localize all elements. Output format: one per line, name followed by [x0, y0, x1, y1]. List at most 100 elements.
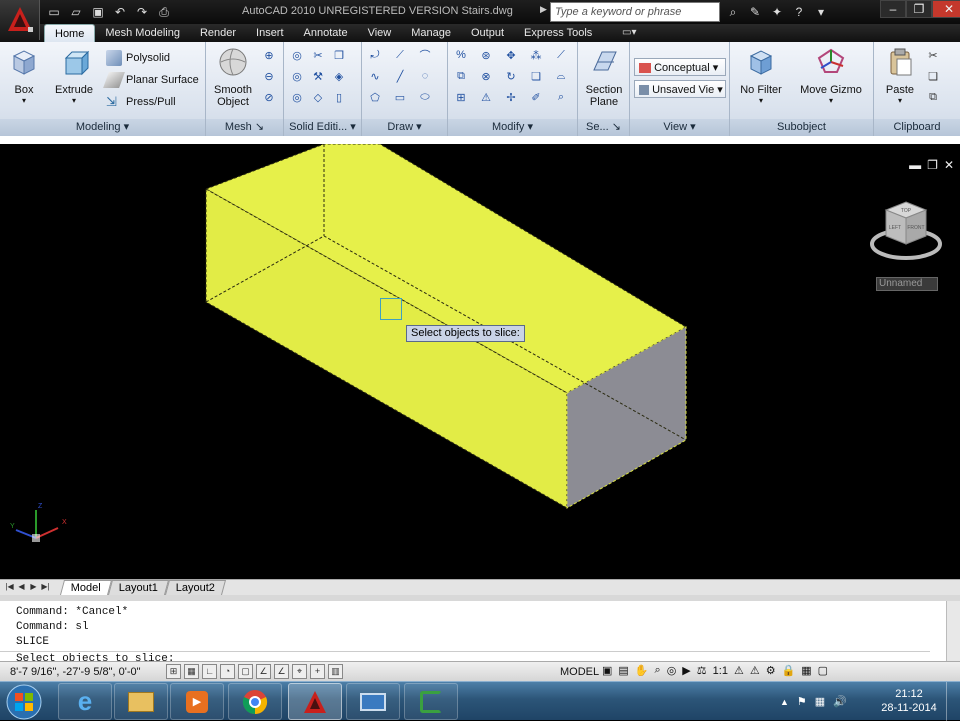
subtract-icon[interactable]: ◎: [288, 67, 306, 85]
redo-icon[interactable]: ↷: [132, 3, 152, 21]
lwt-toggle[interactable]: ▥: [328, 664, 343, 679]
3d-osnap-toggle[interactable]: ∠: [256, 664, 271, 679]
ducs-toggle[interactable]: ⌖: [292, 664, 307, 679]
separate-icon[interactable]: ◈: [330, 67, 348, 85]
rectangle-icon[interactable]: ▭: [391, 88, 409, 106]
autocad-taskbar-icon[interactable]: [288, 683, 342, 720]
copy-icon[interactable]: ❏: [527, 67, 545, 85]
workspace-switching-icon[interactable]: ⚙: [766, 664, 776, 677]
zoom-icon[interactable]: ⌕: [655, 664, 661, 677]
align-icon[interactable]: ⧉: [452, 67, 470, 85]
snap-toggle[interactable]: ⊞: [166, 664, 181, 679]
communication-center-icon[interactable]: ✎: [746, 3, 764, 21]
viewcube[interactable]: TOP LEFT FRONT: [868, 198, 944, 266]
mesh-smooth-more-icon[interactable]: ⊕: [260, 46, 278, 64]
array-icon[interactable]: ⁂: [527, 46, 545, 64]
dyn-toggle[interactable]: +: [310, 664, 325, 679]
3d-array-icon[interactable]: ⊞: [452, 88, 470, 106]
remote-desktop-icon[interactable]: [346, 683, 400, 720]
command-scrollbar[interactable]: [946, 601, 960, 661]
grid-toggle[interactable]: ▦: [184, 664, 199, 679]
panel-title-mesh[interactable]: Mesh ↘: [206, 119, 283, 136]
line-icon[interactable]: ╱: [391, 67, 409, 85]
named-view-dropdown[interactable]: Unsaved Vie ▾: [634, 80, 726, 98]
first-layout-icon[interactable]: |◀: [4, 581, 15, 593]
circle-icon[interactable]: ◌: [416, 67, 434, 85]
tab-express-tools[interactable]: Express Tools: [514, 24, 602, 42]
fillet-icon[interactable]: %: [452, 46, 470, 64]
annotation-scale-icon[interactable]: ⚖: [697, 664, 707, 677]
3d-model[interactable]: [0, 144, 960, 579]
search-input[interactable]: Type a keyword or phrase: [550, 2, 720, 22]
search-expand-icon[interactable]: ▶: [540, 4, 550, 20]
offset-icon[interactable]: ⌓: [552, 67, 570, 85]
imprint-icon[interactable]: ⚒: [309, 67, 327, 85]
steeringwheel-icon[interactable]: ◎: [667, 664, 677, 677]
mesh-refine-icon[interactable]: ⊘: [260, 88, 278, 106]
match-properties-icon[interactable]: ⧉: [924, 88, 942, 106]
tab-manage[interactable]: Manage: [401, 24, 461, 42]
show-hidden-icons[interactable]: ▲: [780, 697, 789, 707]
next-layout-icon[interactable]: ▶: [28, 581, 39, 593]
show-desktop-button[interactable]: [946, 682, 960, 721]
system-clock[interactable]: 21:12 28-11-2014: [880, 687, 938, 715]
volume-icon[interactable]: 🔊: [833, 695, 847, 708]
visual-style-dropdown[interactable]: Conceptual ▾: [634, 58, 726, 76]
no-filter-button[interactable]: No Filter ▾: [736, 46, 786, 105]
polar-toggle[interactable]: ◔: [220, 664, 235, 679]
spline-icon[interactable]: ∿: [366, 67, 384, 85]
start-button[interactable]: [4, 683, 44, 721]
hardware-acceleration-icon[interactable]: ▦: [801, 664, 811, 677]
move-icon[interactable]: ✢: [502, 88, 520, 106]
extrude-button[interactable]: Extrude ▾: [52, 46, 96, 105]
section-plane-button[interactable]: Section Plane: [580, 46, 628, 108]
3d-rotate-icon[interactable]: ⊛: [477, 46, 495, 64]
panel-title-section[interactable]: Se... ↘: [578, 119, 629, 136]
layout-tab-layout1[interactable]: Layout1: [107, 580, 170, 595]
annotation-scale-value[interactable]: 1:1: [713, 665, 728, 677]
chrome-icon[interactable]: [228, 683, 282, 720]
pan-icon[interactable]: ✋: [635, 664, 649, 677]
action-center-icon[interactable]: ⚑: [797, 695, 807, 708]
showmotion-icon[interactable]: ▶: [682, 664, 690, 677]
mesh-smooth-less-icon[interactable]: ⊖: [260, 67, 278, 85]
extrude-faces-icon[interactable]: ❐: [330, 46, 348, 64]
union-icon[interactable]: ◎: [288, 46, 306, 64]
otrack-toggle[interactable]: ∠: [274, 664, 289, 679]
panel-title-view[interactable]: View ▾: [630, 119, 729, 136]
save-icon[interactable]: ▣: [88, 3, 108, 21]
planar-surface-button[interactable]: Planar Surface: [103, 72, 199, 88]
auto-scale-icon[interactable]: ⚠: [750, 664, 760, 677]
shell-icon[interactable]: ◇: [309, 88, 327, 106]
polyline-icon[interactable]: ⤾: [366, 46, 384, 64]
trim-icon[interactable]: ⟋: [552, 46, 570, 64]
last-layout-icon[interactable]: ▶|: [40, 581, 51, 593]
tab-mesh-modeling[interactable]: Mesh Modeling: [95, 24, 190, 42]
tab-insert[interactable]: Insert: [246, 24, 294, 42]
help-icon[interactable]: ?: [790, 3, 808, 21]
copy-clip-icon[interactable]: ❏: [924, 67, 942, 85]
open-icon[interactable]: ▱: [66, 3, 86, 21]
quick-view-layouts-icon[interactable]: ▣: [602, 664, 612, 677]
panel-title-draw[interactable]: Draw ▾: [362, 119, 447, 136]
erase-icon[interactable]: ✐: [527, 88, 545, 106]
model-space-button[interactable]: MODEL: [560, 664, 599, 680]
intersect-icon[interactable]: ◎: [288, 88, 306, 106]
box-button[interactable]: Box ▾: [2, 46, 46, 105]
panel-title-modeling[interactable]: Modeling ▾: [0, 119, 205, 136]
tab-home[interactable]: Home: [44, 24, 96, 42]
lock-icon[interactable]: 🔒: [782, 664, 796, 677]
press-pull-button[interactable]: ⇲ Press/Pull: [106, 94, 176, 110]
restore-button[interactable]: ❐: [906, 0, 932, 18]
annotation-visibility-icon[interactable]: ⚠: [734, 664, 744, 677]
panel-title-solid-editing[interactable]: Solid Editi... ▾: [284, 119, 361, 136]
network-icon[interactable]: ▦: [815, 695, 825, 708]
stretch-icon[interactable]: ⌕: [552, 88, 570, 106]
tab-output[interactable]: Output: [461, 24, 514, 42]
new-icon[interactable]: ▭: [44, 3, 64, 21]
file-explorer-icon[interactable]: [114, 683, 168, 720]
taper-faces-icon[interactable]: ▯: [330, 88, 348, 106]
polygon-icon[interactable]: ⬠: [366, 88, 384, 106]
camtasia-icon[interactable]: [404, 683, 458, 720]
close-button[interactable]: ✕: [932, 0, 960, 18]
